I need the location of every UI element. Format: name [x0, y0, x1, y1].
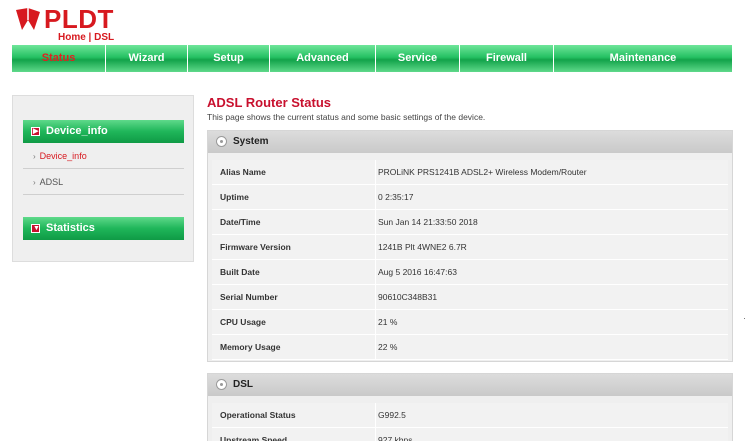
- page-title: ADSL Router Status: [207, 95, 331, 110]
- row-label: Operational Status: [220, 410, 296, 420]
- chevron-right-icon: ›: [33, 178, 36, 187]
- nav-advanced[interactable]: Advanced: [270, 45, 376, 72]
- pldt-logo: PLDT Home | DSL: [14, 4, 124, 43]
- row-label: Alias Name: [220, 167, 266, 177]
- nav-maintenance[interactable]: Maintenance: [554, 45, 732, 72]
- sidebar-item-adsl[interactable]: › ADSL: [23, 170, 184, 195]
- gear-icon: [216, 136, 227, 147]
- row-value: 927 kbps: [375, 428, 718, 441]
- sidebar-header-label: Statistics: [46, 222, 95, 234]
- system-section-header: System: [208, 131, 732, 153]
- row-label: Built Date: [220, 267, 260, 277]
- logo-name: PLDT: [44, 4, 114, 34]
- system-section: System Alias Name PROLiNK PRS1241B ADSL2…: [207, 130, 733, 362]
- row-label: Date/Time: [220, 217, 261, 227]
- table-row: Alias Name PROLiNK PRS1241B ADSL2+ Wirel…: [212, 160, 728, 185]
- table-row: Operational Status G992.5: [212, 403, 728, 428]
- sidebar-header-statistics[interactable]: ▼ Statistics: [23, 217, 184, 240]
- main-nav: Status Wizard Setup Advanced Service Fir…: [12, 45, 732, 72]
- row-label: Uptime: [220, 192, 249, 202]
- row-value: 21 %: [375, 310, 718, 334]
- row-value: 1241B Plt 4WNE2 6.7R: [375, 235, 718, 259]
- section-title: DSL: [233, 379, 253, 390]
- nav-wizard[interactable]: Wizard: [106, 45, 188, 72]
- table-row: Date/Time Sun Jan 14 21:33:50 2018: [212, 210, 728, 235]
- row-label: Upstream Speed: [220, 435, 288, 441]
- row-label: Firmware Version: [220, 242, 291, 252]
- dsl-section-header: DSL: [208, 374, 732, 396]
- sidebar-item-label: ADSL: [39, 177, 64, 187]
- collapse-icon: ▼: [31, 224, 40, 233]
- dsl-section: DSL Operational Status G992.5 Upstream S…: [207, 373, 733, 441]
- logo-subtitle: Home | DSL: [58, 32, 115, 43]
- row-value: Aug 5 2016 16:47:63: [375, 260, 718, 284]
- row-value: 22 %: [375, 335, 718, 359]
- sidebar-header-label: Device_info: [46, 125, 108, 137]
- table-row: Built Date Aug 5 2016 16:47:63: [212, 260, 728, 285]
- row-value: 90610C348B31: [375, 285, 718, 309]
- nav-setup[interactable]: Setup: [188, 45, 270, 72]
- table-row: Memory Usage 22 %: [212, 335, 728, 360]
- nav-service[interactable]: Service: [376, 45, 460, 72]
- row-value: PROLiNK PRS1241B ADSL2+ Wireless Modem/R…: [375, 160, 718, 184]
- nav-status[interactable]: Status: [12, 45, 106, 72]
- table-row: Serial Number 90610C348B31: [212, 285, 728, 310]
- sidebar-item-label: Device_info: [39, 151, 87, 161]
- row-label: CPU Usage: [220, 317, 266, 327]
- table-row: CPU Usage 21 %: [212, 310, 728, 335]
- sidebar-item-device-info[interactable]: › Device_info: [23, 144, 184, 169]
- row-value: 0 2:35:17: [375, 185, 718, 209]
- table-row: Upstream Speed 927 kbps: [212, 428, 728, 441]
- table-row: Uptime 0 2:35:17: [212, 185, 728, 210]
- chevron-right-icon: ›: [33, 152, 36, 161]
- sidebar-header-device-info[interactable]: ▶ Device_info: [23, 120, 184, 143]
- nav-firewall[interactable]: Firewall: [460, 45, 554, 72]
- sidebar: ▶ Device_info › Device_info › ADSL ▼ Stati…: [12, 95, 194, 262]
- row-value: G992.5: [375, 403, 718, 427]
- section-title: System: [233, 136, 269, 147]
- pldt-logo-icon: [16, 8, 40, 30]
- page-description: This page shows the current status and s…: [207, 112, 486, 122]
- row-label: Serial Number: [220, 292, 278, 302]
- row-label: Memory Usage: [220, 342, 281, 352]
- expand-icon: ▶: [31, 127, 40, 136]
- stray-dot: [744, 318, 745, 319]
- table-row: Firmware Version 1241B Plt 4WNE2 6.7R: [212, 235, 728, 260]
- row-value: Sun Jan 14 21:33:50 2018: [375, 210, 718, 234]
- router-status-page: PLDT Home | DSL Status Wizard Setup Adva…: [0, 0, 747, 441]
- gear-icon: [216, 379, 227, 390]
